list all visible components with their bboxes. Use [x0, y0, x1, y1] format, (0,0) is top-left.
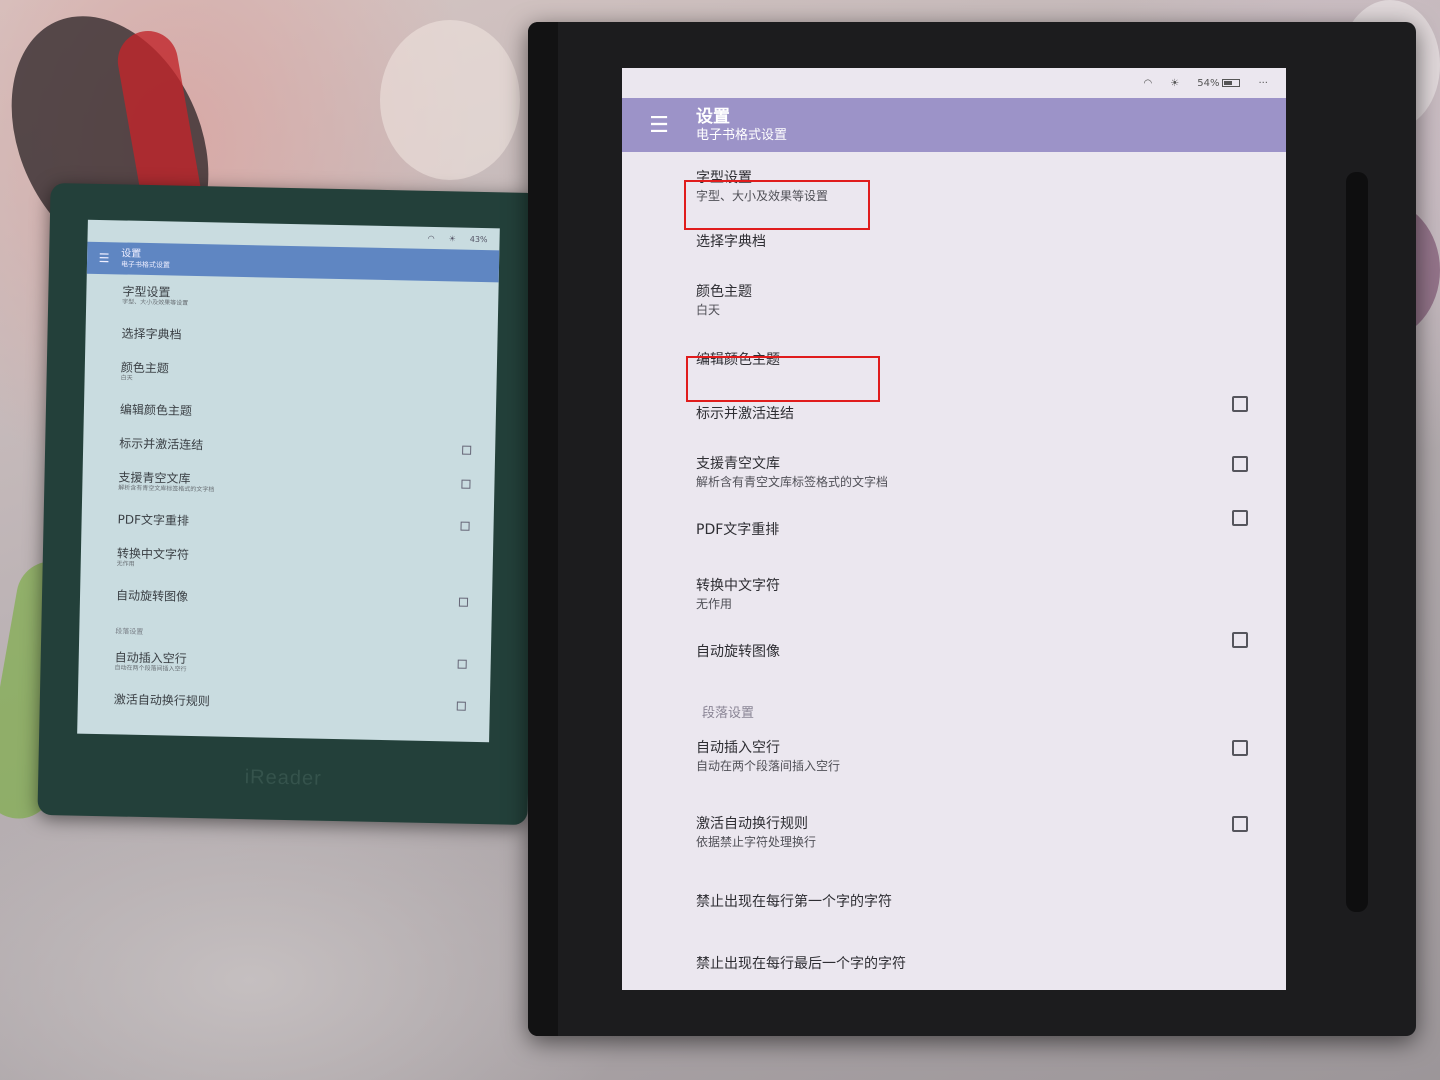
section-header: 段落设置: [702, 706, 755, 721]
setting-label: 激活自动换行规则: [696, 816, 808, 832]
page-title: 设置: [121, 247, 142, 260]
large-ereader-screen: ◠ ☀ 54% ··· ☰ 设置 电子书格式设置 字型设置 字型、大小及效果等设…: [622, 68, 1286, 990]
setting-sub: 自动在两个段落间插入空行: [696, 759, 841, 773]
setting-forbidden-line-end[interactable]: 禁止出现在每行最后一个字的字符: [622, 944, 1286, 984]
small-ereader: ◠ ☀ 43% ☰ 设置 电子书格式设置 字型设置 字型、大小及效果等设置 选择…: [37, 182, 541, 826]
battery-indicator: 54%: [1197, 77, 1241, 89]
checkbox[interactable]: [1232, 396, 1248, 412]
light-icon: ☀: [1170, 77, 1180, 89]
wifi-icon: ◠: [1143, 77, 1153, 89]
background-figure-hand: [380, 20, 520, 180]
checkbox[interactable]: [1232, 632, 1248, 648]
page-title: 设置: [696, 107, 730, 127]
menu-icon[interactable]: ☰: [622, 113, 696, 138]
setting-aozora[interactable]: 支援青空文库 解析含有青空文库标签格式的文字档: [622, 440, 1286, 506]
setting-label: 标示并激活连结: [696, 406, 794, 422]
highlight-box-edit-color-theme: [686, 356, 880, 402]
large-ereader: ◠ ☀ 54% ··· ☰ 设置 电子书格式设置 字型设置 字型、大小及效果等设…: [528, 22, 1416, 1036]
setting-label: 自动旋转图像: [696, 644, 780, 660]
setting-sub: 解析含有青空文库标签格式的文字档: [696, 475, 889, 489]
menu-icon[interactable]: ☰: [87, 251, 121, 266]
checkbox[interactable]: [1232, 456, 1248, 472]
battery-icon: [1222, 78, 1241, 87]
setting-label: 禁止出现在每行最后一个字的字符: [696, 956, 906, 972]
setting-label: 颜色主题: [696, 284, 752, 300]
setting-sub: 白天: [696, 303, 721, 317]
battery-level: 54%: [1197, 77, 1220, 89]
highlight-box-font-setting: [684, 180, 870, 230]
setting-insert-blank-line[interactable]: 自动插入空行 自动在两个段落间插入空行: [622, 734, 1286, 810]
checkbox[interactable]: [462, 445, 472, 455]
light-icon: ☀: [448, 233, 456, 243]
setting-sub: 无作用: [696, 597, 733, 611]
large-app-bar: ☰ 设置 电子书格式设置: [622, 98, 1286, 152]
small-ereader-screen: ◠ ☀ 43% ☰ 设置 电子书格式设置 字型设置 字型、大小及效果等设置 选择…: [77, 219, 500, 743]
checkbox[interactable]: [458, 597, 469, 607]
page-subtitle: 电子书格式设置: [120, 259, 171, 269]
setting-label: 支援青空文库: [696, 456, 780, 472]
setting-label: 自动插入空行: [696, 740, 780, 756]
checkbox[interactable]: [461, 479, 471, 489]
settings-list: 字型设置 字型、大小及效果等设置 选择字典档 颜色主题 白天 编辑颜色主题 标示…: [622, 152, 1286, 984]
page-subtitle: 电子书格式设置: [696, 128, 788, 143]
checkbox[interactable]: [1232, 510, 1248, 526]
more-icon[interactable]: ···: [1258, 78, 1268, 89]
brand-logo: iReader: [244, 766, 322, 790]
checkbox[interactable]: [460, 521, 470, 531]
setting-label: 禁止出现在每行第一个字的字符: [696, 894, 892, 910]
checkbox[interactable]: [1232, 816, 1248, 832]
stylus-pen: [1346, 172, 1368, 912]
device-cover-spine: [528, 22, 558, 1036]
setting-line-break-rules[interactable]: 激活自动换行规则 依据禁止字符处理换行: [622, 810, 1286, 886]
checkbox[interactable]: [456, 701, 466, 711]
large-status-bar: ◠ ☀ 54% ···: [622, 68, 1286, 98]
setting-chinese-convert[interactable]: 转换中文字符 无作用: [622, 558, 1286, 628]
checkbox[interactable]: [1232, 740, 1248, 756]
wifi-icon: ◠: [427, 233, 435, 243]
setting-label: PDF文字重排: [696, 522, 780, 538]
battery-level: 43%: [469, 234, 488, 244]
setting-auto-rotate[interactable]: 自动旋转图像: [622, 628, 1286, 688]
setting-color-theme[interactable]: 颜色主题 白天: [622, 272, 1286, 336]
setting-sub: 依据禁止字符处理换行: [696, 835, 817, 849]
checkbox[interactable]: [457, 659, 467, 669]
setting-pdf-reflow[interactable]: PDF文字重排: [622, 506, 1286, 558]
setting-label: 转换中文字符: [696, 578, 780, 594]
setting-label: 选择字典档: [696, 234, 766, 250]
setting-forbidden-line-start[interactable]: 禁止出现在每行第一个字的字符: [622, 886, 1286, 944]
